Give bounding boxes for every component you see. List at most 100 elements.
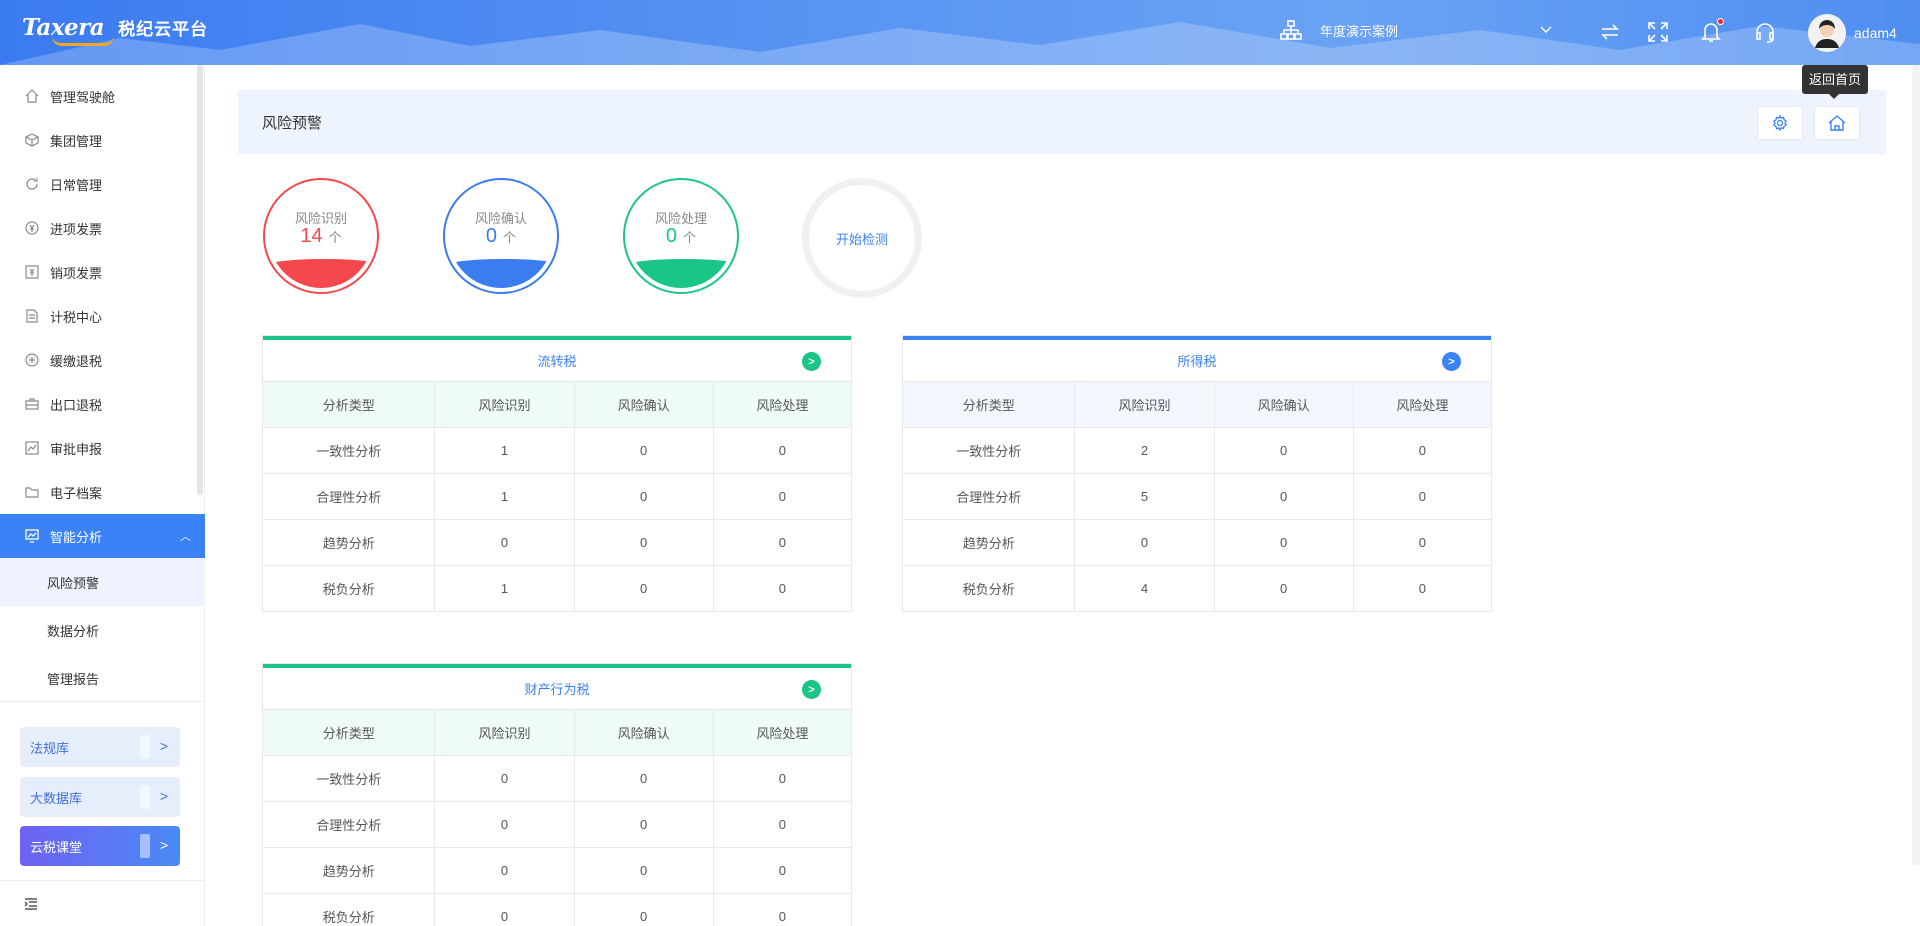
- sidebar-item-3[interactable]: 进项发票: [0, 206, 205, 250]
- table-row: 一致性分析 0 0 0: [263, 755, 851, 802]
- sidebar-subitem-management-report[interactable]: 管理报告: [0, 654, 205, 700]
- card-title[interactable]: 财产行为税: [524, 679, 589, 698]
- card-title[interactable]: 流转税: [537, 351, 576, 370]
- table-cell: 0: [574, 473, 714, 520]
- sidebar-subitem-data-analysis[interactable]: 数据分析: [0, 606, 205, 654]
- risk-stat-0[interactable]: 风险识别 14 个: [263, 178, 379, 294]
- table-cell: 0: [713, 519, 851, 566]
- table-cell: 合理性分析: [263, 473, 436, 520]
- sidebar-item-4[interactable]: 销项发票: [0, 250, 205, 294]
- chart-icon: [24, 440, 40, 456]
- table-cell: 0: [574, 519, 714, 566]
- arrow-right-icon[interactable]: >: [1442, 352, 1461, 371]
- bell-icon[interactable]: [1698, 18, 1724, 45]
- sidebar-item-label: 智能分析: [50, 529, 103, 545]
- table-cell: 0: [713, 427, 851, 474]
- sidebar-item-label: 审批申报: [50, 441, 103, 457]
- chevron-right-icon: >: [159, 788, 168, 804]
- sidebar-item-1[interactable]: 集团管理: [0, 118, 205, 162]
- risk-stat-2[interactable]: 风险处理 0 个: [623, 178, 739, 294]
- top-header: Taxera 税纪云平台 年度演示案例 adam4: [0, 0, 1920, 65]
- org-selector[interactable]: 年度演示案例: [1280, 20, 1552, 40]
- start-detection-button[interactable]: 开始检测: [802, 178, 922, 298]
- switch-icon[interactable]: [1597, 19, 1623, 45]
- chevron-down-icon: [1540, 26, 1552, 33]
- headset-icon[interactable]: [1752, 19, 1778, 45]
- risk-stat-1[interactable]: 风险确认 0 个: [443, 178, 559, 294]
- sidebar-item-5[interactable]: 计税中心: [0, 294, 205, 338]
- stat-value: 14: [300, 225, 323, 247]
- app-title: 税纪云平台: [118, 20, 209, 39]
- table-cell: 0: [1214, 565, 1354, 611]
- sidebar-scrollbar[interactable]: [196, 65, 204, 495]
- tax-card-0: 流转税 > 分析类型 风险识别 风险确认 风险处理 一致性分析 1 0 0 合理性分析 1 0 0 趋势分析…: [262, 335, 852, 612]
- arrow-right-icon[interactable]: >: [802, 352, 821, 371]
- sidebar-item-0[interactable]: 管理驾驶舱: [0, 74, 205, 118]
- quick-link-regulations[interactable]: 法规库 >: [20, 727, 180, 767]
- tax-card-2: 财产行为税 > 分析类型 风险识别 风险确认 风险处理 一致性分析 0 0 0 合理性分析 0 0 0 趋势…: [262, 663, 852, 926]
- table-cell: 0: [713, 847, 851, 894]
- stat-value: 0: [665, 225, 678, 247]
- table-cell: 4: [1074, 565, 1215, 611]
- card-title[interactable]: 所得税: [1177, 351, 1216, 370]
- table-cell: 0: [434, 893, 575, 926]
- stat-unit: 个: [503, 230, 517, 245]
- sidebar-item-8[interactable]: 审批申报: [0, 426, 205, 470]
- chevron-up-icon: ︿: [180, 531, 191, 543]
- table-cell: 2: [1074, 427, 1215, 474]
- table-cell: 0: [574, 847, 714, 894]
- user-menu[interactable]: adam4: [1808, 14, 1897, 52]
- home-icon: [24, 88, 40, 104]
- sidebar-item-label: 出口退税: [50, 397, 103, 413]
- column-header: 风险识别: [434, 382, 575, 428]
- table-row: 趋势分析 0 0 0: [263, 847, 851, 894]
- stat-value: 0: [485, 225, 498, 247]
- table-cell: 0: [713, 801, 851, 848]
- start-detection-label: 开始检测: [835, 231, 888, 247]
- table-cell: 1: [434, 473, 575, 520]
- sidebar-item-smart-analysis[interactable]: 智能分析 ︿: [0, 514, 205, 558]
- refresh-icon: [24, 176, 40, 192]
- column-header: 分析类型: [263, 382, 436, 428]
- sidebar-item-label: 缓缴退税: [50, 353, 103, 369]
- table-cell: 一致性分析: [263, 427, 436, 474]
- table-cell: 0: [574, 893, 714, 926]
- risk-table: 分析类型 风险识别 风险确认 风险处理 一致性分析 0 0 0 合理性分析 0 0 0 趋势分析 0 0 0 税…: [263, 710, 851, 926]
- briefcase-icon: [24, 396, 40, 412]
- column-header: 风险处理: [1353, 382, 1491, 428]
- sidebar-item-9[interactable]: 电子档案: [0, 470, 205, 514]
- quick-link-tax-classroom[interactable]: 云税课堂 >: [20, 826, 180, 866]
- stat-fill: [269, 259, 373, 288]
- gear-icon: [1773, 115, 1787, 131]
- stat-fill: [629, 259, 733, 288]
- main-scrollbar[interactable]: [1912, 65, 1920, 865]
- avatar: [1808, 14, 1846, 52]
- cycle-icon: [24, 352, 40, 368]
- org-tree-icon: [1280, 20, 1302, 40]
- folder-icon: [24, 484, 40, 500]
- subitem-label: 数据分析: [47, 623, 100, 639]
- subitem-label: 管理报告: [47, 671, 100, 687]
- fullscreen-icon[interactable]: [1645, 19, 1671, 45]
- sidebar-item-7[interactable]: 出口退税: [0, 382, 205, 426]
- app-logo[interactable]: Taxera 税纪云平台: [22, 14, 209, 46]
- sidebar-subitem-risk-warning[interactable]: 风险预警: [0, 558, 205, 606]
- sidebar-item-6[interactable]: 缓缴退税: [0, 338, 205, 382]
- stat-unit: 个: [328, 230, 342, 245]
- quick-link-big-data[interactable]: 大数据库 >: [20, 777, 180, 817]
- sidebar-item-2[interactable]: 日常管理: [0, 162, 205, 206]
- column-header: 风险处理: [713, 382, 851, 428]
- cube-icon: [24, 132, 40, 148]
- arrow-right-icon[interactable]: >: [802, 680, 821, 699]
- sidebar-item-label: 进项发票: [50, 221, 103, 237]
- chevron-right-icon: >: [159, 738, 168, 754]
- table-cell: 5: [1074, 473, 1215, 520]
- column-header: 分析类型: [263, 710, 436, 756]
- settings-button[interactable]: [1757, 106, 1803, 140]
- table-cell: 0: [434, 519, 575, 566]
- home-icon: [1828, 115, 1846, 131]
- collapse-menu-icon[interactable]: [24, 897, 38, 914]
- home-button[interactable]: [1814, 106, 1860, 140]
- table-row: 税负分析 1 0 0: [263, 565, 851, 611]
- table-cell: 0: [1353, 427, 1491, 474]
